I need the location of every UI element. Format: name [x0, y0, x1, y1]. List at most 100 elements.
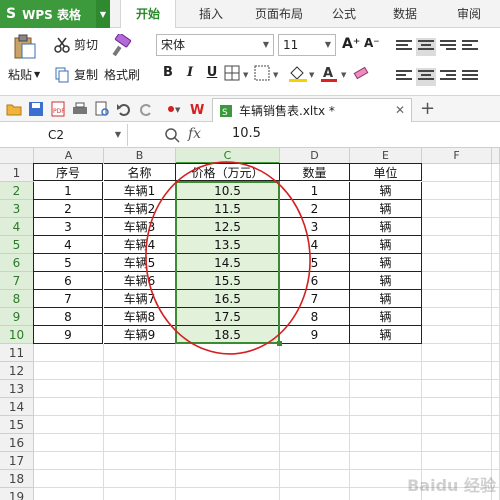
wps-w-icon[interactable]: W: [190, 101, 206, 117]
print-icon[interactable]: [72, 101, 88, 117]
table-cell[interactable]: 6: [280, 272, 350, 290]
cell-empty[interactable]: [176, 488, 280, 500]
cell-empty[interactable]: [176, 452, 280, 470]
wrap-button[interactable]: [460, 38, 480, 56]
row-header-7[interactable]: 7: [0, 272, 34, 290]
cell-empty[interactable]: [280, 488, 350, 500]
table-cell[interactable]: 1: [280, 182, 350, 200]
tab-formulas[interactable]: 公式: [322, 0, 366, 28]
cell-empty[interactable]: [492, 326, 500, 344]
undo-icon[interactable]: [116, 101, 132, 117]
align-center-button[interactable]: [416, 68, 436, 86]
table-cell[interactable]: 16.5: [176, 290, 280, 308]
row-header-8[interactable]: 8: [0, 290, 34, 308]
justify-button[interactable]: [460, 68, 480, 86]
font-size-select[interactable]: 11 ▼: [278, 34, 336, 56]
cell-style-button[interactable]: ▼: [254, 64, 282, 82]
cell-empty[interactable]: [34, 344, 104, 362]
save-icon[interactable]: [28, 101, 44, 117]
table-cell[interactable]: 4: [33, 236, 103, 254]
cell-empty[interactable]: [422, 362, 492, 380]
cell-empty[interactable]: [422, 218, 492, 236]
table-cell[interactable]: 7: [280, 290, 350, 308]
cell-empty[interactable]: [280, 344, 350, 362]
column-header-a[interactable]: A: [34, 148, 104, 164]
sheet-grid[interactable]: A B C D E F 1 序号 名称 价格（万元） 数量 单位 2 1 车辆1 10.5 1 辆 3 2 车辆2 11.…: [0, 148, 500, 500]
cell-empty[interactable]: [422, 200, 492, 218]
table-header-cell[interactable]: 单位: [350, 163, 422, 181]
row-header-6[interactable]: 6: [0, 254, 34, 272]
table-cell[interactable]: 5: [33, 254, 103, 272]
cell-empty[interactable]: [422, 452, 492, 470]
cell-empty[interactable]: [34, 398, 104, 416]
row-header-16[interactable]: 16: [0, 434, 34, 452]
cell-empty[interactable]: [34, 362, 104, 380]
cell-empty[interactable]: [104, 452, 176, 470]
cell-empty[interactable]: [492, 236, 500, 254]
underline-button[interactable]: U: [202, 62, 222, 84]
table-cell[interactable]: 2: [280, 200, 350, 218]
table-cell[interactable]: 辆: [350, 254, 422, 272]
column-header-b[interactable]: B: [104, 148, 176, 164]
cell-empty[interactable]: [350, 380, 422, 398]
table-cell[interactable]: 辆: [350, 272, 422, 290]
cell-empty[interactable]: [350, 434, 422, 452]
cell-empty[interactable]: [350, 416, 422, 434]
column-header-d[interactable]: D: [280, 148, 350, 164]
table-cell[interactable]: 1: [33, 182, 103, 200]
table-cell[interactable]: 14.5: [176, 254, 280, 272]
cell-empty[interactable]: [280, 452, 350, 470]
table-header-cell[interactable]: 数量: [280, 163, 350, 181]
table-cell[interactable]: 8: [33, 308, 103, 326]
row-header-18[interactable]: 18: [0, 470, 34, 488]
cell-empty[interactable]: [492, 344, 500, 362]
copy-button[interactable]: 复制: [54, 66, 98, 83]
table-cell[interactable]: 辆: [350, 182, 422, 200]
cell-empty[interactable]: [492, 416, 500, 434]
row-header-4[interactable]: 4: [0, 218, 34, 236]
cell-empty[interactable]: [280, 362, 350, 380]
table-cell[interactable]: 18.5: [176, 326, 280, 344]
row-header-1[interactable]: 1: [0, 164, 34, 182]
row-header-13[interactable]: 13: [0, 380, 34, 398]
cell-empty[interactable]: [422, 326, 492, 344]
zoom-icon[interactable]: [164, 127, 180, 143]
fill-color-button[interactable]: ▼: [288, 64, 318, 82]
cell-empty[interactable]: [104, 380, 176, 398]
table-cell[interactable]: 车辆1: [104, 182, 176, 200]
table-cell[interactable]: 3: [280, 218, 350, 236]
column-header-e[interactable]: E: [350, 148, 422, 164]
customize-icon[interactable]: ▼: [166, 101, 182, 117]
table-cell[interactable]: 2: [33, 200, 103, 218]
cell-empty[interactable]: [104, 470, 176, 488]
cell-empty[interactable]: [176, 416, 280, 434]
cell-empty[interactable]: [492, 218, 500, 236]
cell-empty[interactable]: [422, 416, 492, 434]
bold-button[interactable]: B: [158, 62, 178, 84]
tab-home[interactable]: 开始: [120, 0, 176, 29]
table-cell[interactable]: 11.5: [176, 200, 280, 218]
cell-empty[interactable]: [492, 164, 500, 182]
row-header-15[interactable]: 15: [0, 416, 34, 434]
cell-empty[interactable]: [34, 434, 104, 452]
print-preview-icon[interactable]: [94, 101, 110, 117]
paste-icon[interactable]: [12, 34, 38, 60]
cell-empty[interactable]: [104, 488, 176, 500]
cell-empty[interactable]: [280, 398, 350, 416]
row-header-14[interactable]: 14: [0, 398, 34, 416]
row-header-5[interactable]: 5: [0, 236, 34, 254]
cell-empty[interactable]: [492, 434, 500, 452]
cell-empty[interactable]: [422, 164, 492, 182]
cell-empty[interactable]: [350, 452, 422, 470]
row-header-11[interactable]: 11: [0, 344, 34, 362]
cell-empty[interactable]: [492, 200, 500, 218]
cell-empty[interactable]: [176, 362, 280, 380]
name-box[interactable]: C2 ▼: [0, 124, 128, 146]
table-cell[interactable]: 8: [280, 308, 350, 326]
table-cell[interactable]: 辆: [350, 236, 422, 254]
tab-review[interactable]: 审阅: [444, 0, 494, 28]
italic-button[interactable]: I: [180, 62, 200, 84]
align-middle-button[interactable]: [416, 38, 436, 56]
cell-empty[interactable]: [350, 362, 422, 380]
app-menu-button[interactable]: S WPS 表格 ▼: [0, 0, 110, 28]
